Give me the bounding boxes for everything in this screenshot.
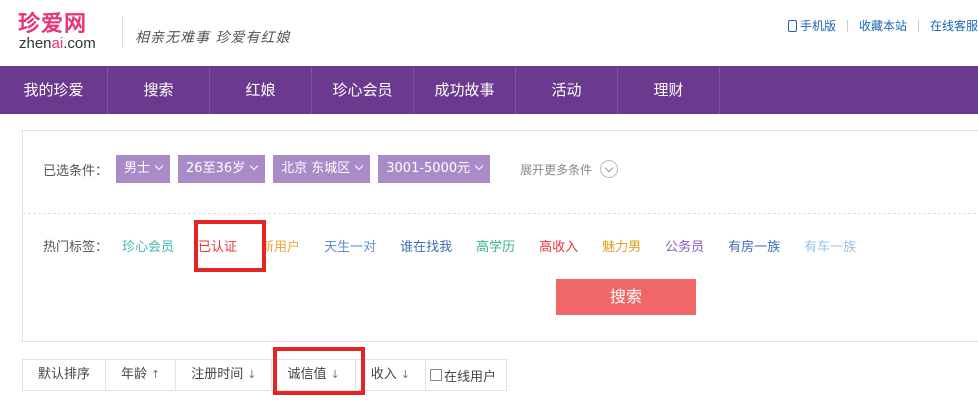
site-logo[interactable]: 珍爱网 zhenai.com xyxy=(18,6,118,56)
sort-income-label: 收入 xyxy=(370,367,397,382)
link-separator xyxy=(846,19,848,32)
hot-tags-row: 热门标签： 珍心会员 已认证 新用户 天生一对 谁在找我 高学历 高收入 魅力男… xyxy=(23,231,880,259)
arrow-down-icon: ↓ xyxy=(400,368,410,381)
nav-matchmaker[interactable]: 红娘 xyxy=(210,66,312,114)
location-chip[interactable]: 北京 东城区 xyxy=(273,155,371,183)
logo-en-prefix: zhen xyxy=(19,35,52,52)
age-range-chip-label: 26至36岁 xyxy=(186,161,246,176)
nav-vip-member[interactable]: 珍心会员 xyxy=(312,66,414,114)
tag-perfect-match[interactable]: 天生一对 xyxy=(324,236,376,255)
nav-success-stories[interactable]: 成功故事 xyxy=(414,66,516,114)
sort-registration-time[interactable]: 注册时间 ↓ xyxy=(176,360,273,390)
gender-chip[interactable]: 男士 xyxy=(116,155,171,183)
sort-default-label: 默认排序 xyxy=(38,367,91,382)
chevron-down-icon xyxy=(154,161,164,171)
header: 珍爱网 zhenai.com 相亲无难事 珍爱有红娘 手机版 收藏本站 在线客服 xyxy=(0,0,978,66)
online-users-label: 在线用户 xyxy=(443,369,496,385)
arrow-down-icon: ↓ xyxy=(247,368,257,381)
sort-default[interactable]: 默认排序 xyxy=(23,360,107,390)
online-users-checkbox[interactable] xyxy=(429,369,442,381)
tag-owns-house[interactable]: 有房一族 xyxy=(728,236,780,255)
nav-my-zhenai[interactable]: 我的珍爱 xyxy=(0,66,108,114)
tag-who-seeks-me[interactable]: 谁在找我 xyxy=(400,236,452,255)
chevron-down-icon xyxy=(249,161,259,171)
logo-en-ai: ai xyxy=(51,35,64,52)
age-range-chip[interactable]: 26至36岁 xyxy=(178,155,266,183)
highlight-box-verified xyxy=(194,220,266,272)
chevron-down-icon xyxy=(355,161,364,171)
tag-high-education[interactable]: 高学历 xyxy=(476,236,515,255)
favorite-site-link[interactable]: 收藏本站 xyxy=(859,17,907,34)
logo-english: zhenai.com xyxy=(19,35,96,52)
sort-income[interactable]: 收入 ↓ xyxy=(356,360,426,390)
income-chip[interactable]: 3001-5000元 xyxy=(378,155,491,183)
expand-more-conditions[interactable]: 展开更多条件 xyxy=(520,160,619,178)
tag-owns-car[interactable]: 有车一族 xyxy=(804,236,856,255)
sort-age[interactable]: 年龄 ↑ xyxy=(106,360,177,390)
sort-registration-time-label: 注册时间 xyxy=(191,367,244,382)
slogan: 相亲无难事 珍爱有红娘 xyxy=(135,30,291,46)
sort-bar: 默认排序 年龄 ↑ 注册时间 ↓ 诚信值 ↓ 收入 ↓ 在线用户 xyxy=(22,359,507,391)
arrow-up-icon: ↑ xyxy=(151,368,161,381)
logo-divider xyxy=(122,16,123,48)
logo-en-suffix: .com xyxy=(63,35,96,52)
gender-chip-label: 男士 xyxy=(124,161,151,176)
location-chip-label: 北京 东城区 xyxy=(281,161,351,176)
online-users-filter: 在线用户 xyxy=(426,360,506,390)
chevron-down-icon xyxy=(474,161,484,171)
sort-age-label: 年龄 xyxy=(121,367,148,382)
search-filter-panel: 已选条件： 男士 26至36岁 北京 东城区 3001-5000元 展开更多条件… xyxy=(22,130,978,342)
mobile-phone-icon xyxy=(787,19,797,32)
link-separator xyxy=(917,19,919,32)
expand-circle-chevron-icon xyxy=(600,160,619,178)
tag-vip-member[interactable]: 珍心会员 xyxy=(122,236,174,255)
search-button[interactable]: 搜索 xyxy=(556,279,696,315)
tag-new-user[interactable]: 新用户 xyxy=(261,236,300,255)
income-chip-label: 3001-5000元 xyxy=(386,161,471,176)
selected-conditions-row: 已选条件： 男士 26至36岁 北京 东城区 3001-5000元 展开更多条件 xyxy=(23,154,619,184)
tag-charming-man[interactable]: 魅力男 xyxy=(602,236,641,255)
nav-search[interactable]: 搜索 xyxy=(108,66,210,114)
logo-chinese: 珍爱网 xyxy=(18,12,88,37)
top-links: 手机版 收藏本站 在线客服 xyxy=(787,17,978,34)
nav-finance[interactable]: 理财 xyxy=(618,66,720,114)
expand-more-label: 展开更多条件 xyxy=(520,162,593,177)
panel-divider xyxy=(23,213,978,214)
online-service-link[interactable]: 在线客服 xyxy=(930,17,978,34)
hot-tags-label: 热门标签： xyxy=(43,239,109,255)
highlight-box-credit-value xyxy=(273,347,365,395)
tag-high-income[interactable]: 高收入 xyxy=(539,236,578,255)
main-nav: 我的珍爱 搜索 红娘 珍心会员 成功故事 活动 理财 xyxy=(0,66,978,114)
nav-events[interactable]: 活动 xyxy=(516,66,618,114)
tag-civil-servant[interactable]: 公务员 xyxy=(665,236,704,255)
selected-conditions-label: 已选条件： xyxy=(43,163,109,179)
mobile-version-link[interactable]: 手机版 xyxy=(800,17,836,34)
